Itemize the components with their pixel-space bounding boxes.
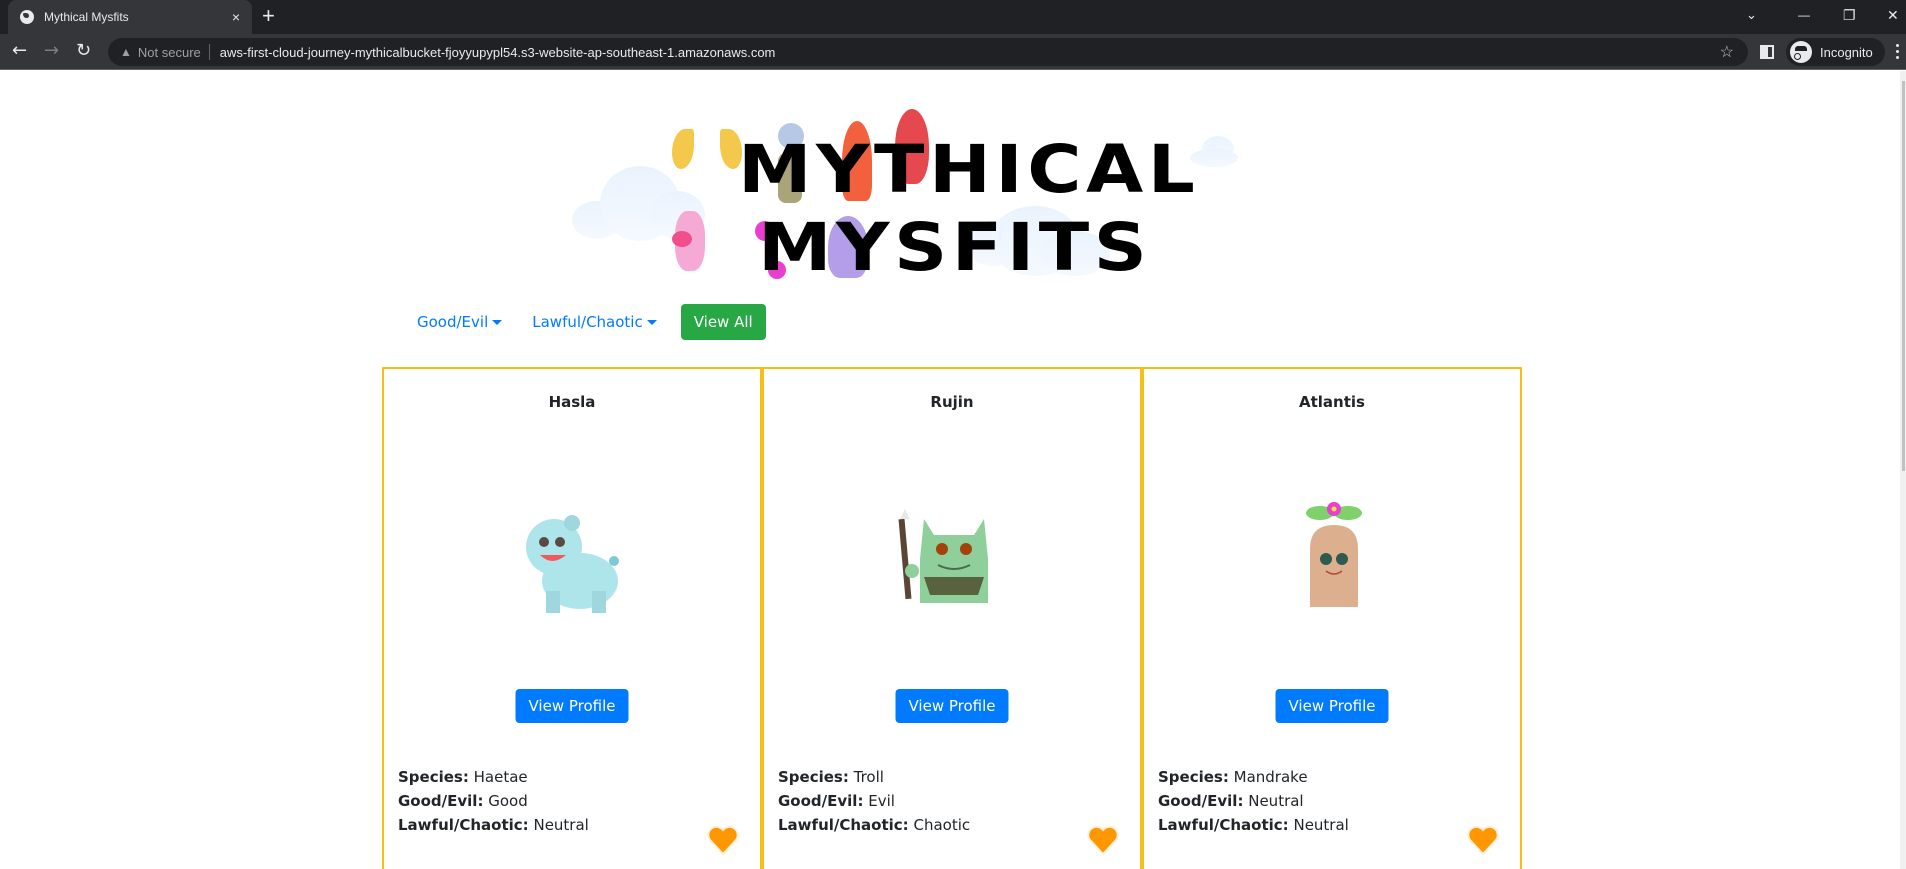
lawful-chaotic-label: Lawful/Chaotic: <box>398 816 529 834</box>
logo-text-line2: MYSFITS <box>758 209 1152 286</box>
heart-like-icon[interactable] <box>1466 823 1500 857</box>
good-evil-label: Good/Evil <box>417 313 489 331</box>
lawful-chaotic-label: Lawful/Chaotic <box>532 313 643 331</box>
mysfit-attributes: Species: Troll Good/Evil: Evil Lawful/Ch… <box>778 765 970 837</box>
good-evil-dropdown[interactable]: Good/Evil <box>405 305 514 339</box>
bookmark-star-icon[interactable]: ☆ <box>1720 42 1734 62</box>
species-value: Troll <box>853 768 884 786</box>
good-evil-value: Good <box>488 792 528 810</box>
url-text[interactable]: aws-first-cloud-journey-mythicalbucket-f… <box>220 45 776 60</box>
mysfit-card: Hasla View Profile Species: Haetae Good/… <box>382 367 762 869</box>
warning-icon[interactable]: ▲ <box>120 45 132 59</box>
lawful-chaotic-dropdown[interactable]: Lawful/Chaotic <box>520 305 668 339</box>
troll-image <box>898 509 988 603</box>
close-window-button[interactable]: ✕ <box>1887 0 1899 30</box>
browser-tab[interactable]: Mythical Mysfits × <box>8 0 252 34</box>
mandrake-image <box>1306 502 1362 607</box>
mysfits-grid: Hasla View Profile Species: Haetae Good/… <box>382 367 1522 869</box>
view-profile-button[interactable]: View Profile <box>515 689 629 723</box>
incognito-badge[interactable]: Incognito <box>1786 38 1885 66</box>
address-bar[interactable]: ▲ Not secure aws-first-cloud-journey-myt… <box>108 38 1748 66</box>
caret-down-icon <box>492 319 503 325</box>
scrollbar[interactable] <box>1900 71 1906 869</box>
back-button[interactable]: ← <box>12 40 27 62</box>
restore-button[interactable]: ❐ <box>1843 0 1856 30</box>
species-value: Mandrake <box>1233 768 1308 786</box>
menu-kebab-icon[interactable] <box>1896 44 1900 60</box>
incognito-icon <box>1790 41 1812 63</box>
view-profile-button[interactable]: View Profile <box>1275 689 1389 723</box>
tab-strip: Mythical Mysfits × + ⌄ — ❐ ✕ <box>0 0 1906 34</box>
good-evil-label: Good/Evil: <box>1158 792 1244 810</box>
forward-button[interactable]: → <box>44 40 59 62</box>
new-tab-button[interactable]: + <box>262 4 275 28</box>
filter-bar: Good/Evil Lawful/Chaotic View All <box>405 304 766 340</box>
mysfit-name: Atlantis <box>1299 393 1365 411</box>
security-label[interactable]: Not secure <box>138 45 201 60</box>
mysfit-name: Rujin <box>930 393 974 411</box>
view-all-button[interactable]: View All <box>680 304 766 340</box>
lawful-chaotic-value: Chaotic <box>913 816 971 834</box>
species-label: Species: <box>398 768 469 786</box>
logo-banner: MYTHICAL MYSFITS <box>560 91 1340 301</box>
good-evil-value: Neutral <box>1248 792 1304 810</box>
haetae-image <box>526 515 619 613</box>
page-content: MYTHICAL MYSFITS Good/Evil Lawful/Chaoti… <box>0 71 1906 869</box>
good-evil-label: Good/Evil: <box>398 792 484 810</box>
heart-like-icon[interactable] <box>1086 823 1120 857</box>
heart-like-icon[interactable] <box>706 823 740 857</box>
view-profile-button[interactable]: View Profile <box>895 689 1009 723</box>
eye-flame-icon <box>672 231 692 247</box>
mysfit-card: Atlantis View Profile Species: Mandrake … <box>1142 367 1522 869</box>
species-value: Haetae <box>473 768 528 786</box>
lawful-chaotic-label: Lawful/Chaotic: <box>778 816 909 834</box>
mysfit-attributes: Species: Mandrake Good/Evil: Neutral Law… <box>1158 765 1349 837</box>
mysfit-attributes: Species: Haetae Good/Evil: Good Lawful/C… <box>398 765 589 837</box>
globe-icon <box>20 10 34 24</box>
tab-search-icon[interactable]: ⌄ <box>1746 0 1757 30</box>
species-label: Species: <box>1158 768 1229 786</box>
reload-button[interactable]: ↻ <box>76 40 91 62</box>
browser-toolbar: ← → ↻ ▲ Not secure aws-first-cloud-journ… <box>0 34 1906 70</box>
divider <box>208 44 210 60</box>
minimize-button[interactable]: — <box>1798 0 1810 30</box>
mysfit-name: Hasla <box>548 393 596 411</box>
tab-title: Mythical Mysfits <box>44 10 129 24</box>
mysfit-card: Rujin View Profile Species: Troll Good/E… <box>762 367 1142 869</box>
side-panel-icon[interactable] <box>1760 45 1774 59</box>
lawful-chaotic-value: Neutral <box>533 816 589 834</box>
tab-close-icon[interactable]: × <box>232 9 240 25</box>
species-label: Species: <box>778 768 849 786</box>
good-evil-label: Good/Evil: <box>778 792 864 810</box>
scrollbar-thumb[interactable] <box>1902 81 1905 471</box>
lawful-chaotic-value: Neutral <box>1293 816 1349 834</box>
incognito-label: Incognito <box>1820 44 1873 60</box>
caret-down-icon <box>646 319 657 325</box>
lawful-chaotic-label: Lawful/Chaotic: <box>1158 816 1289 834</box>
good-evil-value: Evil <box>868 792 895 810</box>
logo-text-line1: MYTHICAL <box>738 131 1200 208</box>
